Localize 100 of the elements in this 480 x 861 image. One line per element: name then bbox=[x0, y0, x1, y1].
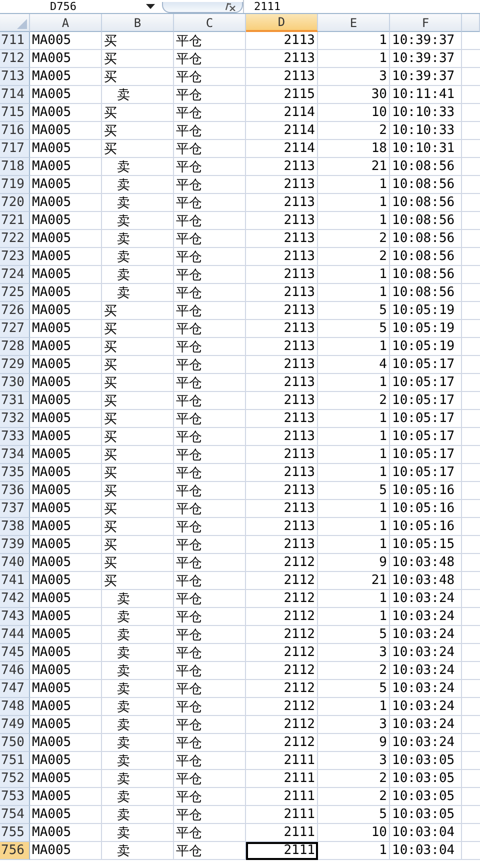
table-cell: 卖 bbox=[102, 698, 174, 716]
row-header[interactable]: 716 bbox=[0, 122, 30, 140]
row-header[interactable]: 725 bbox=[0, 284, 30, 302]
row-header[interactable]: 753 bbox=[0, 788, 30, 806]
table-cell: 2112 bbox=[246, 572, 318, 590]
row-header[interactable]: 718 bbox=[0, 158, 30, 176]
row-header[interactable]: 738 bbox=[0, 518, 30, 536]
row-header[interactable]: 740 bbox=[0, 554, 30, 572]
table-cell: 平仓 bbox=[174, 554, 246, 572]
row-header[interactable]: 755 bbox=[0, 824, 30, 842]
row-header[interactable]: 747 bbox=[0, 680, 30, 698]
row-header[interactable]: 742 bbox=[0, 590, 30, 608]
triangle-icon bbox=[17, 19, 27, 29]
row-header[interactable]: 748 bbox=[0, 698, 30, 716]
table-cell: 10:03:04 bbox=[390, 842, 462, 860]
table-cell: 卖 bbox=[102, 752, 174, 770]
table-cell: 平仓 bbox=[174, 104, 246, 122]
row-header[interactable]: 756 bbox=[0, 842, 30, 860]
row-header[interactable]: 722 bbox=[0, 230, 30, 248]
row-header[interactable]: 744 bbox=[0, 626, 30, 644]
table-cell: MA005 bbox=[30, 176, 102, 194]
table-cell: 2113 bbox=[246, 284, 318, 302]
row-header[interactable]: 735 bbox=[0, 464, 30, 482]
table-cell: MA005 bbox=[30, 770, 102, 788]
table-cell: 平仓 bbox=[174, 230, 246, 248]
table-cell: 卖 bbox=[102, 734, 174, 752]
table-cell: MA005 bbox=[30, 140, 102, 158]
column-header[interactable]: E bbox=[318, 14, 390, 32]
row-header[interactable]: 745 bbox=[0, 644, 30, 662]
table-cell: 卖 bbox=[102, 806, 174, 824]
function-icon bbox=[224, 3, 238, 11]
row-header[interactable]: 743 bbox=[0, 608, 30, 626]
row-header[interactable]: 724 bbox=[0, 266, 30, 284]
row-header[interactable]: 720 bbox=[0, 194, 30, 212]
table-cell: 10:05:16 bbox=[390, 500, 462, 518]
column-header[interactable]: C bbox=[174, 14, 246, 32]
table-cell: 2115 bbox=[246, 86, 318, 104]
table-cell: MA005 bbox=[30, 266, 102, 284]
row-header[interactable]: 752 bbox=[0, 770, 30, 788]
column-header[interactable]: A bbox=[30, 14, 102, 32]
row-header[interactable]: 721 bbox=[0, 212, 30, 230]
row-header[interactable]: 713 bbox=[0, 68, 30, 86]
insert-function-button[interactable] bbox=[162, 2, 243, 13]
row-header[interactable]: 741 bbox=[0, 572, 30, 590]
table-cell: 1 bbox=[318, 284, 390, 302]
table-cell: 2111 bbox=[246, 788, 318, 806]
table-cell: 平仓 bbox=[174, 716, 246, 734]
table-cell: 5 bbox=[318, 626, 390, 644]
row-header[interactable]: 746 bbox=[0, 662, 30, 680]
table-cell: 平仓 bbox=[174, 662, 246, 680]
table-cell: 买 bbox=[102, 392, 174, 410]
row-header[interactable]: 739 bbox=[0, 536, 30, 554]
formula-field[interactable]: 2111 bbox=[243, 0, 280, 13]
row-header[interactable]: 717 bbox=[0, 140, 30, 158]
row-header[interactable]: 714 bbox=[0, 86, 30, 104]
column-header[interactable]: B bbox=[102, 14, 174, 32]
table-cell: 1 bbox=[318, 590, 390, 608]
table-cell: 平仓 bbox=[174, 86, 246, 104]
table-cell: 2113 bbox=[246, 194, 318, 212]
table-cell: 10:08:56 bbox=[390, 248, 462, 266]
table-cell: 平仓 bbox=[174, 752, 246, 770]
table-cell: 2 bbox=[318, 392, 390, 410]
row-header[interactable]: 732 bbox=[0, 410, 30, 428]
table-cell: 10:03:24 bbox=[390, 644, 462, 662]
row-header[interactable]: 754 bbox=[0, 806, 30, 824]
row-header[interactable]: 729 bbox=[0, 356, 30, 374]
table-cell: 10:03:04 bbox=[390, 824, 462, 842]
row-header[interactable]: 715 bbox=[0, 104, 30, 122]
table-cell: MA005 bbox=[30, 356, 102, 374]
row-header[interactable]: 723 bbox=[0, 248, 30, 266]
row-header[interactable]: 711 bbox=[0, 32, 30, 50]
row-header[interactable]: 734 bbox=[0, 446, 30, 464]
row-header[interactable]: 750 bbox=[0, 734, 30, 752]
column-header[interactable]: F bbox=[390, 14, 462, 32]
row-header[interactable]: 736 bbox=[0, 482, 30, 500]
table-cell: MA005 bbox=[30, 482, 102, 500]
table-cell: MA005 bbox=[30, 464, 102, 482]
dropdown-arrow-icon[interactable] bbox=[146, 4, 155, 9]
name-box[interactable]: D756 bbox=[0, 0, 146, 13]
table-cell: MA005 bbox=[30, 806, 102, 824]
row-header[interactable]: 733 bbox=[0, 428, 30, 446]
table-cell: 10:10:33 bbox=[390, 104, 462, 122]
row-header[interactable]: 731 bbox=[0, 392, 30, 410]
row-header[interactable]: 749 bbox=[0, 716, 30, 734]
row-header[interactable]: 728 bbox=[0, 338, 30, 356]
table-cell: 平仓 bbox=[174, 824, 246, 842]
row-header[interactable]: 726 bbox=[0, 302, 30, 320]
row-header[interactable]: 712 bbox=[0, 50, 30, 68]
column-header[interactable]: D bbox=[246, 14, 318, 32]
row-header[interactable]: 737 bbox=[0, 500, 30, 518]
table-cell: 5 bbox=[318, 806, 390, 824]
table-cell: 10:05:17 bbox=[390, 464, 462, 482]
row-header[interactable]: 751 bbox=[0, 752, 30, 770]
table-cell: 卖 bbox=[102, 266, 174, 284]
table-cell: MA005 bbox=[30, 410, 102, 428]
row-header[interactable]: 730 bbox=[0, 374, 30, 392]
row-header[interactable]: 719 bbox=[0, 176, 30, 194]
table-cell: 平仓 bbox=[174, 734, 246, 752]
table-cell: 2114 bbox=[246, 104, 318, 122]
row-header[interactable]: 727 bbox=[0, 320, 30, 338]
